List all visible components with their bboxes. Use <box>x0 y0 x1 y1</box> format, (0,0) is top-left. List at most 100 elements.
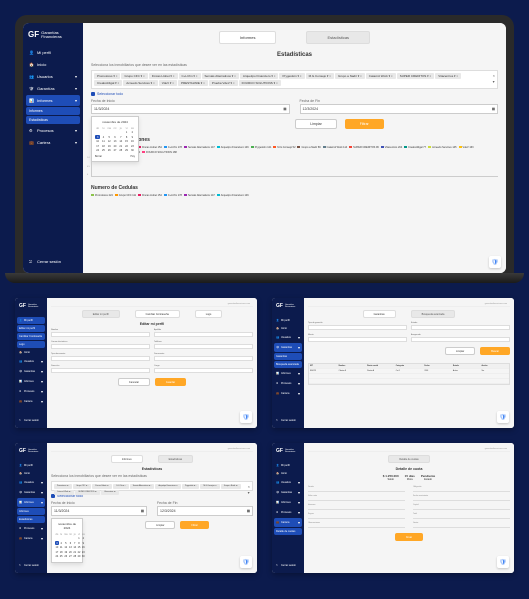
calendar-day[interactable]: 8 <box>77 541 81 545</box>
filter-chip[interactable]: PRESTALWIE ▾ <box>178 80 208 86</box>
filter-chip[interactable]: C+LCfm ▾ <box>179 73 201 79</box>
filter-chip[interactable]: Catacrol Work ▾ <box>366 73 396 79</box>
calendar-day[interactable]: 8 <box>124 135 129 139</box>
nav-reports[interactable]: 📊Informes▾ <box>274 498 302 507</box>
tab[interactable]: Estadísticas <box>158 455 193 463</box>
tab[interactable]: Informes <box>111 455 143 463</box>
clear-button[interactable]: Limpiar <box>295 119 336 129</box>
calendar-day[interactable]: 27 <box>69 555 73 559</box>
nav-guarantees[interactable]: 🛡Garantías▾ <box>17 488 45 497</box>
cancel-button[interactable]: Cancelar <box>118 378 150 386</box>
calendar-day[interactable]: 25 <box>59 555 63 559</box>
phone-input[interactable] <box>154 344 253 349</box>
calendar-day[interactable]: 12 <box>107 140 112 144</box>
amount-input[interactable] <box>308 337 407 342</box>
nav-processes[interactable]: ⚙Procesos▾ <box>26 125 80 136</box>
nav-users[interactable]: 👥Usuarios▾ <box>274 478 302 487</box>
nav-processes[interactable]: ⚙Procesos▾ <box>274 508 302 517</box>
filter-chip[interactable]: Arquetipo Financiero ▾ <box>240 73 279 79</box>
calendar-day[interactable]: 15 <box>124 140 129 144</box>
tab[interactable]: Logo <box>195 310 223 318</box>
calendar-day[interactable]: 18 <box>59 550 63 554</box>
nav-reports-sub[interactable]: Informes <box>26 107 80 115</box>
calendar-day[interactable]: 3 <box>55 541 59 545</box>
filter-chip[interactable]: Vitacentros ▾ <box>435 73 461 79</box>
nav-profile[interactable]: 👤Mi perfil <box>17 462 45 469</box>
filter-chip[interactable]: VdeV ▾ <box>159 80 177 86</box>
nav-sub[interactable]: Cambiar Contraseña <box>17 333 45 340</box>
calendar-day[interactable]: 11 <box>59 546 63 550</box>
nav-guarantees[interactable]: 🛡Garantías▾ <box>274 343 302 352</box>
calendar-day[interactable]: 16 <box>81 546 85 550</box>
nav-wallet[interactable]: 💼Cartera▾ <box>17 397 45 406</box>
calendar-day[interactable]: 5 <box>64 541 68 545</box>
filter-chip[interactable]: Crealcobligal ▾ <box>94 80 122 86</box>
calendar-day[interactable]: 12 <box>64 546 68 550</box>
nav-profile[interactable]: 👤Mi perfil <box>274 462 302 469</box>
nav-sub[interactable]: Detalle de cuotas <box>274 528 302 535</box>
nav-profile[interactable]: 👤Mi perfil <box>26 47 80 58</box>
filter-chip[interactable]: Fincas Llobet ▾ <box>149 73 178 79</box>
nav-wallet[interactable]: 💼Cartera▾ <box>274 518 302 527</box>
nav-processes[interactable]: ⚙Procesos▾ <box>17 524 45 533</box>
calendar-day[interactable]: 5 <box>107 135 112 139</box>
calendar-day[interactable]: 28 <box>118 149 123 153</box>
filter-chip[interactable]: FOURCO SOLUTIONS ▾ <box>239 80 281 86</box>
filter-button[interactable]: Filtrar <box>180 521 208 529</box>
calendar-day[interactable]: 21 <box>118 144 123 148</box>
calendar-day[interactable]: 6 <box>69 541 73 545</box>
nav-sub[interactable]: Búsqueda avanzada <box>274 361 302 368</box>
nav-sub[interactable]: Editar mi perfil <box>17 325 45 332</box>
tab[interactable]: Cambiar Contraseña <box>135 310 180 318</box>
calendar-day[interactable]: 9 <box>81 541 85 545</box>
doc-input[interactable] <box>154 356 253 361</box>
filter-chip[interactable]: Servais Alternativos ▾ <box>202 73 239 79</box>
calendar-day[interactable]: 13 <box>69 546 73 550</box>
calendar-day[interactable]: 17 <box>55 550 59 554</box>
calendar-day[interactable]: 11 <box>101 140 106 144</box>
calendar-day[interactable]: 1 <box>77 537 81 541</box>
calendar-day[interactable]: 19 <box>107 144 112 148</box>
filter-chip[interactable]: Grupo CFC ▾ <box>121 73 147 79</box>
calendar-day[interactable]: 24 <box>55 555 59 559</box>
nav-home[interactable]: 🏠Inicio <box>274 325 302 332</box>
nav-users[interactable]: 👥Usuarios▾ <box>26 71 80 82</box>
tab[interactable]: Detalle de cuotas <box>388 455 429 463</box>
nav-wallet[interactable]: 💼Cartera▾ <box>274 389 302 398</box>
nav-profile[interactable]: 👤Mi perfil <box>17 317 45 324</box>
calendar-day[interactable]: 6 <box>112 135 117 139</box>
calendar-day[interactable]: 30 <box>130 149 135 153</box>
date-from-input[interactable]: 11/3/2024▦ <box>91 104 290 114</box>
save-button[interactable]: Guardar <box>155 378 186 386</box>
calendar-day[interactable]: 27 <box>112 149 117 153</box>
calendar-day[interactable]: 4 <box>59 541 63 545</box>
calendar-day[interactable]: 10 <box>55 546 59 550</box>
calendar-day[interactable]: 7 <box>118 135 123 139</box>
search-button[interactable]: Buscar <box>480 347 510 355</box>
type-input[interactable] <box>308 325 407 330</box>
filter-chip[interactable]: Prueba VdeV ▾ <box>209 80 238 86</box>
entity-multiselect[interactable]: Promotores ▾Grupo CFC ▾Fincas Llobet ▾C+… <box>51 481 253 491</box>
calendar-day[interactable]: 16 <box>130 140 135 144</box>
calendar-day[interactable]: 7 <box>73 541 77 545</box>
entity-multiselect[interactable]: Promotores ▾Grupo CFC ▾Fincas Llobet ▾C+… <box>91 70 498 89</box>
calendar-day[interactable]: 4 <box>101 135 106 139</box>
nav-sub[interactable]: Estadísticas <box>17 516 45 523</box>
nav-reports[interactable]: 📊Informes▾ <box>17 498 45 507</box>
tab[interactable]: Búsqueda avanzada <box>411 310 456 318</box>
calendar-day[interactable]: 25 <box>101 149 106 153</box>
tab-reports[interactable]: Informes <box>219 31 277 44</box>
calendar-day[interactable]: 13 <box>112 140 117 144</box>
clear-all-icon[interactable]: × <box>493 73 495 78</box>
select-all-row[interactable]: Seleccionar todo <box>91 92 498 96</box>
filter-chip[interactable]: Acreedo Services ▾ <box>123 80 157 86</box>
nav-sub[interactable]: Garantías <box>274 353 302 360</box>
calendar-day[interactable]: 19 <box>64 550 68 554</box>
filter-chip[interactable]: Prygestión ▾ <box>279 73 304 79</box>
calendar-day[interactable]: 1 <box>124 131 129 135</box>
filter-chip[interactable]: Grupo a Nadir ▾ <box>335 73 365 79</box>
nav-home[interactable]: 🏠Inicio <box>274 470 302 477</box>
clear-button[interactable]: Limpiar <box>145 521 175 529</box>
nav-guarantees[interactable]: 🛡Garantías▾ <box>26 83 80 94</box>
nav-users[interactable]: 👥Usuarios▾ <box>274 333 302 342</box>
